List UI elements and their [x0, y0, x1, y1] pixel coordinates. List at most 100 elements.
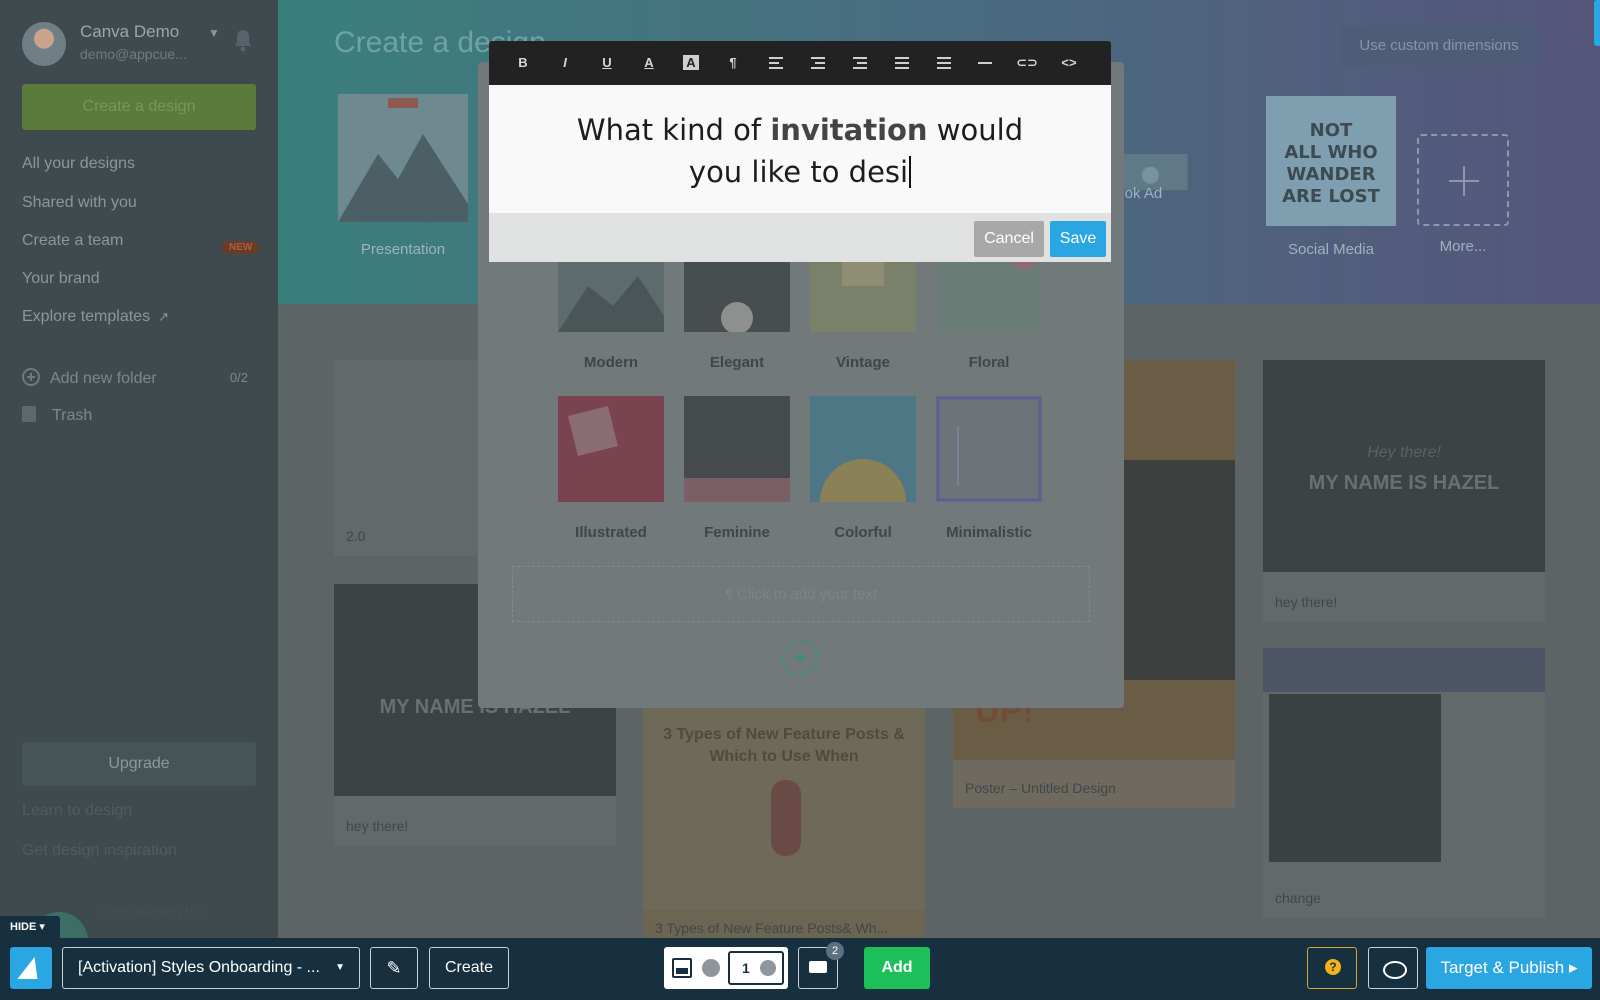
- card-header-strip: [1263, 648, 1545, 692]
- card-title: hey there!: [346, 818, 409, 834]
- style-thumb-minimalistic[interactable]: [936, 396, 1042, 502]
- style-thumb-illustrated[interactable]: [558, 396, 664, 502]
- editor-text-line2: you like to desi: [688, 155, 909, 189]
- card-thumbnail-text: Hey there!: [1367, 444, 1441, 461]
- link-icon[interactable]: ⊂⊃: [1015, 51, 1039, 75]
- trash-label: Trash: [52, 407, 93, 424]
- indent-icon[interactable]: [847, 51, 871, 75]
- create-design-button[interactable]: Create a design: [22, 84, 256, 130]
- save-button[interactable]: Save: [1050, 221, 1106, 257]
- modal-step-icon[interactable]: [672, 958, 692, 978]
- cancel-button[interactable]: Cancel: [974, 221, 1044, 257]
- bell-icon[interactable]: [232, 28, 254, 52]
- step-settings-icon[interactable]: [702, 959, 720, 977]
- preview-eye-icon[interactable]: [1368, 947, 1418, 989]
- tile-label: Social Media: [1288, 241, 1374, 258]
- design-card[interactable]: change: [1263, 648, 1545, 918]
- editor-action-bar: Cancel Save: [489, 213, 1111, 262]
- design-card[interactable]: 3 Types of New Feature Posts & Which to …: [643, 680, 925, 938]
- style-thumb-colorful[interactable]: [810, 396, 916, 502]
- style-label-elegant[interactable]: Elegant: [674, 354, 800, 371]
- style-label-floral[interactable]: Floral: [926, 354, 1052, 371]
- add-folder-button[interactable]: Add new folder 0/2: [22, 368, 248, 388]
- learn-to-design-link[interactable]: Learn to design: [22, 802, 132, 820]
- numbered-list-icon[interactable]: [931, 51, 955, 75]
- italic-button[interactable]: I: [553, 51, 577, 75]
- flow-selector[interactable]: [Activation] Styles Onboarding - ... ▼: [62, 947, 360, 989]
- style-label-modern[interactable]: Modern: [548, 354, 674, 371]
- style-label-vintage[interactable]: Vintage: [800, 354, 926, 371]
- sidebar-footer-text: Empowering the: [98, 904, 207, 921]
- hotspot-count-badge: 2: [826, 942, 844, 960]
- style-label-minimalistic[interactable]: Minimalistic: [926, 524, 1052, 541]
- design-inspiration-link[interactable]: Get design inspiration: [22, 842, 177, 860]
- outdent-icon[interactable]: [805, 51, 829, 75]
- tile-label: More...: [1439, 238, 1487, 255]
- style-label-colorful[interactable]: Colorful: [800, 524, 926, 541]
- editor-content[interactable]: What kind of invitation would you like t…: [529, 109, 1071, 193]
- card-title: Poster – Untitled Design: [965, 780, 1116, 796]
- add-text-placeholder[interactable]: ¶ Click to add your text: [512, 566, 1090, 622]
- card-title: hey there!: [1275, 594, 1338, 610]
- style-label-illustrated[interactable]: Illustrated: [548, 524, 674, 541]
- upgrade-button[interactable]: Upgrade: [22, 742, 256, 786]
- help-icon[interactable]: [1307, 947, 1357, 989]
- align-left-icon[interactable]: [763, 51, 787, 75]
- card-thumbnail-text: MY NAME IS HAZEL: [1308, 472, 1500, 494]
- caret-down-icon[interactable]: ▼: [208, 26, 220, 40]
- text-color-button[interactable]: A: [637, 51, 661, 75]
- gear-icon: [760, 960, 776, 976]
- card-thumbnail: Hey there! MY NAME IS HAZEL: [1263, 360, 1545, 572]
- highlight-color-button[interactable]: A: [679, 51, 703, 75]
- add-step-button[interactable]: Add: [864, 947, 930, 989]
- avatar: [22, 22, 66, 66]
- hide-builder-toggle[interactable]: HIDE ▾: [0, 916, 60, 938]
- sidebar: Canva Demo demo@appcue... ▼ Create a des…: [0, 0, 278, 942]
- step-number-selector[interactable]: 1: [728, 951, 784, 985]
- paragraph-button[interactable]: ¶: [721, 51, 745, 75]
- sidebar-item-create-team[interactable]: Create a team: [22, 232, 123, 250]
- user-name: Canva Demo: [80, 22, 180, 41]
- new-badge: NEW: [212, 239, 260, 257]
- sidebar-item-your-brand[interactable]: Your brand: [22, 270, 100, 288]
- sidebar-item-shared[interactable]: Shared with you: [22, 194, 137, 212]
- external-link-icon: ↗: [158, 309, 169, 324]
- create-button[interactable]: Create: [429, 947, 509, 989]
- code-icon[interactable]: <>: [1057, 51, 1081, 75]
- design-card[interactable]: Hey there! MY NAME IS HAZEL hey there!: [1263, 360, 1545, 622]
- edit-pencil-button[interactable]: ✎: [370, 947, 418, 989]
- style-thumb-feminine[interactable]: [684, 396, 790, 502]
- underline-button[interactable]: U: [595, 51, 619, 75]
- bold-button[interactable]: B: [511, 51, 535, 75]
- add-block-button[interactable]: +: [782, 640, 818, 676]
- step-navigator: 1: [664, 947, 788, 989]
- sidebar-item-all-designs[interactable]: All your designs: [22, 155, 135, 173]
- design-type-presentation[interactable]: Presentation: [338, 94, 468, 258]
- editor-text-bold: invitation: [770, 113, 928, 147]
- user-menu[interactable]: Canva Demo demo@appcue... ▼: [22, 22, 262, 68]
- card-thumbnail: 3 Types of New Feature Posts & Which to …: [643, 680, 925, 910]
- text-caret: [909, 156, 912, 188]
- sidebar-item-explore-templates[interactable]: Explore templates ↗: [22, 308, 169, 326]
- svg-text:WANDER: WANDER: [1286, 164, 1375, 185]
- target-publish-button[interactable]: Target & Publish ▸: [1426, 947, 1592, 989]
- edge-accent-tab[interactable]: [1594, 0, 1600, 46]
- card-thumbnail-text: 3 Types of New Feature Posts & Which to …: [663, 726, 905, 765]
- custom-dimensions-button[interactable]: Use custom dimensions: [1340, 26, 1538, 66]
- bullet-list-icon[interactable]: [889, 51, 913, 75]
- flow-name: [Activation] Styles Onboarding - ...: [78, 959, 320, 976]
- horizontal-rule-icon[interactable]: [973, 51, 997, 75]
- card-title: change: [1275, 890, 1321, 906]
- add-folder-label: Add new folder: [50, 370, 157, 387]
- style-label-feminine[interactable]: Feminine: [674, 524, 800, 541]
- sidebar-item-trash[interactable]: Trash: [22, 406, 92, 425]
- editor-toolbar: B I U A A ¶ ⊂⊃ <>: [489, 41, 1111, 85]
- design-type-more[interactable]: More...: [1398, 94, 1528, 255]
- social-media-thumbnail: NOTALL WHOWANDERARE LOST: [1266, 96, 1396, 228]
- appcues-logo-icon[interactable]: [10, 947, 52, 989]
- editor-text-line1-pre: What kind of: [576, 113, 771, 147]
- caret-down-icon: ▼: [335, 962, 345, 973]
- folder-count: 0/2: [229, 370, 248, 385]
- step-number: 1: [742, 960, 750, 976]
- design-type-social-media[interactable]: NOT ALL WHO WANDER ARE LOST Social Media: [1266, 94, 1396, 258]
